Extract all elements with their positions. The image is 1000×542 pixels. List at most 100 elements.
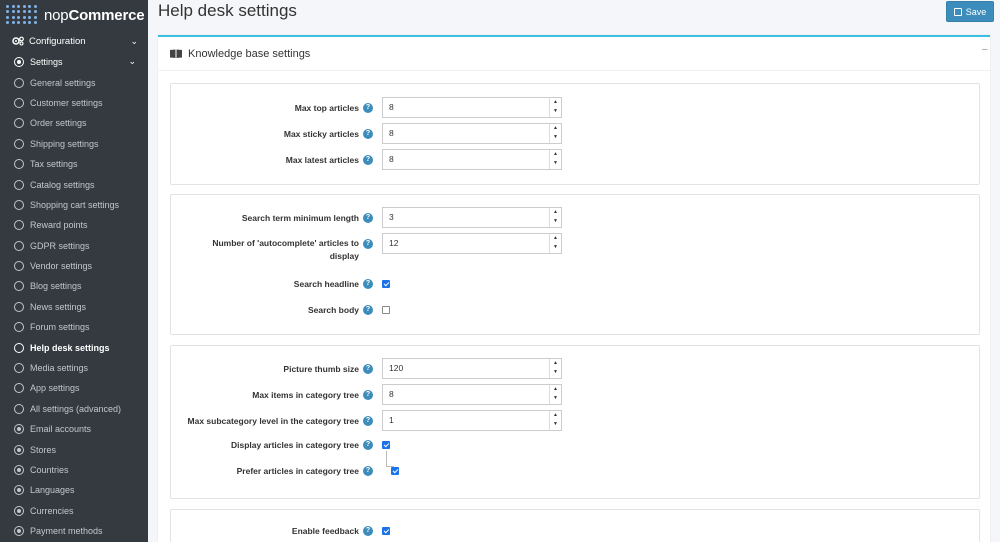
number-stepper[interactable]: ▲ ▼ — [549, 124, 561, 143]
sidebar-item-email-accounts[interactable]: Email accounts — [0, 419, 148, 439]
sidebar-section-configuration[interactable]: Configuration ⌄ — [0, 30, 148, 52]
sidebar-item-label: App settings — [30, 383, 80, 394]
help-icon[interactable]: ? — [363, 279, 373, 289]
help-icon[interactable]: ? — [363, 416, 373, 426]
help-icon[interactable]: ? — [363, 155, 373, 165]
max-subcategory-level-input[interactable]: 1 ▲ ▼ — [382, 410, 562, 431]
sidebar-item-settings[interactable]: Settings ⌄ — [0, 52, 148, 72]
sidebar-item-tax-settings[interactable]: Tax settings — [0, 154, 148, 174]
circle-icon — [14, 220, 24, 231]
row-max-latest-articles: Max latest articles ? 8 ▲ ▼ — [171, 149, 979, 173]
book-icon — [170, 49, 182, 58]
help-icon[interactable]: ? — [363, 305, 373, 315]
number-stepper[interactable]: ▲ ▼ — [549, 411, 561, 430]
autocomplete-articles-label: Number of 'autocomplete' articles to disp… — [212, 238, 359, 261]
sidebar-item-label: News settings — [30, 301, 87, 312]
chevron-down-icon: ⌄ — [128, 56, 136, 66]
enable-feedback-checkbox[interactable] — [382, 527, 390, 535]
picture-thumb-size-input[interactable]: 120 ▲ ▼ — [382, 358, 562, 379]
max-sticky-articles-value: 8 — [389, 128, 394, 138]
sidebar-item-label: Languages — [30, 485, 75, 496]
sidebar-item-label: All settings (advanced) — [30, 403, 122, 414]
max-latest-articles-input[interactable]: 8 ▲ ▼ — [382, 149, 562, 170]
circle-icon — [14, 281, 24, 292]
sidebar-item-stores[interactable]: Stores — [0, 439, 148, 459]
sidebar-item-media-settings[interactable]: Media settings — [0, 358, 148, 378]
sidebar-item-shopping-cart-settings[interactable]: Shopping cart settings — [0, 195, 148, 215]
help-icon[interactable]: ? — [363, 239, 373, 249]
panel-feedback: Enable feedback ? — [170, 509, 980, 542]
sidebar-item-blog-settings[interactable]: Blog settings — [0, 276, 148, 296]
card-header[interactable]: Knowledge base settings − — [158, 37, 990, 71]
help-icon[interactable]: ? — [363, 526, 373, 536]
max-sticky-articles-label: Max sticky articles — [283, 129, 359, 139]
max-top-articles-input[interactable]: 8 ▲ ▼ — [382, 97, 562, 118]
number-stepper[interactable]: ▲ ▼ — [549, 385, 561, 404]
sidebar-item-catalog-settings[interactable]: Catalog settings — [0, 174, 148, 194]
sidebar-item-shipping-settings[interactable]: Shipping settings — [0, 134, 148, 154]
sidebar-item-all-settings-advanced[interactable]: All settings (advanced) — [0, 399, 148, 419]
radio-dot-icon — [14, 485, 24, 496]
sidebar-item-label: Shopping cart settings — [30, 199, 120, 210]
sidebar-item-help-desk-settings[interactable]: Help desk settings — [0, 337, 148, 357]
display-articles-category-tree-label: Display articles in category tree — [230, 440, 359, 450]
help-icon[interactable]: ? — [363, 440, 373, 450]
sidebar-item-order-settings[interactable]: Order settings — [0, 113, 148, 133]
row-search-headline: Search headline ? — [171, 275, 979, 299]
collapse-icon[interactable]: − — [982, 44, 988, 56]
help-icon[interactable]: ? — [363, 364, 373, 374]
sidebar-item-label: General settings — [30, 77, 96, 88]
radio-dot-icon — [14, 465, 24, 475]
sidebar-item-label: Settings — [30, 57, 63, 68]
sidebar-item-vendor-settings[interactable]: Vendor settings — [0, 256, 148, 276]
logo[interactable]: nopCommerce — [0, 0, 148, 30]
sidebar-item-label: Shipping settings — [30, 138, 99, 149]
save-button[interactable]: Save — [946, 1, 994, 22]
number-stepper[interactable]: ▲ ▼ — [549, 234, 561, 253]
max-items-category-tree-input[interactable]: 8 ▲ ▼ — [382, 384, 562, 405]
display-articles-category-tree-checkbox[interactable] — [382, 441, 390, 449]
help-icon[interactable]: ? — [363, 466, 373, 476]
sidebar-item-customer-settings[interactable]: Customer settings — [0, 93, 148, 113]
help-icon[interactable]: ? — [363, 213, 373, 223]
sidebar-item-countries[interactable]: Countries — [0, 460, 148, 480]
circle-icon — [14, 138, 24, 149]
max-sticky-articles-input[interactable]: 8 ▲ ▼ — [382, 123, 562, 144]
max-subcategory-level-label: Max subcategory level in the category tr… — [187, 416, 359, 426]
circle-icon — [14, 322, 24, 333]
row-enable-feedback: Enable feedback ? — [171, 522, 979, 542]
search-body-checkbox[interactable] — [382, 306, 390, 314]
sidebar-item-currencies[interactable]: Currencies — [0, 501, 148, 521]
sidebar-item-reward-points[interactable]: Reward points — [0, 215, 148, 235]
row-max-sticky-articles: Max sticky articles ? 8 ▲ ▼ — [171, 123, 979, 147]
help-icon[interactable]: ? — [363, 103, 373, 113]
sidebar-item-general-settings[interactable]: General settings — [0, 72, 148, 92]
search-term-min-length-input[interactable]: 3 ▲ ▼ — [382, 207, 562, 228]
autocomplete-articles-value: 12 — [389, 238, 399, 248]
sidebar-item-label: Countries — [30, 465, 69, 475]
chevron-down-icon: ⌄ — [130, 36, 138, 46]
sidebar-item-payment-methods[interactable]: Payment methods — [0, 521, 148, 541]
brand-name: nopCommerce — [44, 6, 145, 24]
help-icon[interactable]: ? — [363, 390, 373, 400]
sidebar-item-label: Blog settings — [30, 281, 82, 292]
sidebar-item-forum-settings[interactable]: Forum settings — [0, 317, 148, 337]
circle-icon — [14, 403, 24, 414]
max-items-category-tree-value: 8 — [389, 389, 394, 399]
number-stepper[interactable]: ▲ ▼ — [549, 208, 561, 227]
sidebar-item-news-settings[interactable]: News settings — [0, 297, 148, 317]
help-icon[interactable]: ? — [363, 129, 373, 139]
number-stepper[interactable]: ▲ ▼ — [549, 359, 561, 378]
sidebar-item-label: Stores — [30, 444, 57, 455]
number-stepper[interactable]: ▲ ▼ — [549, 150, 561, 169]
sidebar-item-gdpr-settings[interactable]: GDPR settings — [0, 236, 148, 256]
search-headline-checkbox[interactable] — [382, 280, 390, 288]
row-picture-thumb-size: Picture thumb size ? 120 ▲ ▼ — [171, 358, 979, 382]
number-stepper[interactable]: ▲ ▼ — [549, 98, 561, 117]
autocomplete-articles-input[interactable]: 12 ▲ ▼ — [382, 233, 562, 254]
prefer-articles-category-tree-checkbox[interactable] — [391, 467, 399, 475]
sidebar-item-label: Catalog settings — [30, 179, 95, 190]
sidebar-item-languages[interactable]: Languages — [0, 480, 148, 500]
radio-dot-icon — [14, 424, 24, 435]
sidebar-item-app-settings[interactable]: App settings — [0, 378, 148, 398]
